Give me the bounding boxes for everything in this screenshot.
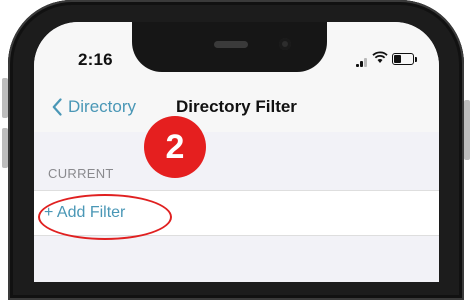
battery-icon [392, 53, 414, 65]
status-bar: 2:16 [34, 22, 439, 80]
volume-down-button [2, 128, 8, 168]
status-time: 2:16 [78, 50, 113, 69]
front-camera [279, 38, 291, 50]
navigation-bar: Directory Directory Filter [34, 80, 439, 133]
battery-tip [415, 57, 417, 62]
page-title: Directory Filter [176, 97, 297, 116]
phone-screen: 2:16 Directory Directory Filter CURRENT … [34, 22, 439, 282]
notch [132, 22, 327, 72]
chevron-left-icon [52, 98, 62, 116]
highlight-ring [38, 194, 172, 240]
speaker-grille [214, 41, 248, 48]
wifi-icon [372, 51, 388, 63]
status-icons [356, 51, 426, 67]
section-label-current: CURRENT [48, 166, 114, 181]
back-label: Directory [68, 97, 137, 116]
section-header: CURRENT [34, 132, 439, 190]
empty-grouped-area [34, 236, 439, 282]
power-button [464, 100, 470, 160]
volume-up-button [2, 78, 8, 118]
step-number-badge: 2 [144, 116, 206, 178]
screenshot-stage: 2:16 Directory Directory Filter CURRENT … [0, 0, 472, 300]
back-button[interactable]: Directory [52, 95, 136, 119]
